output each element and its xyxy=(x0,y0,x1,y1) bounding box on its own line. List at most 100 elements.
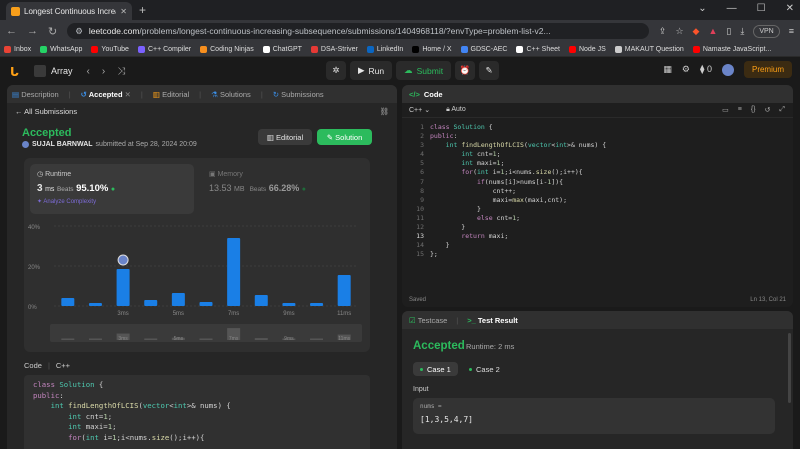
vpn-button[interactable]: VPN xyxy=(753,24,780,38)
runtime-distribution-chart[interactable]: 40% 20% 0% 3ms 5ms 7ms 9ms 11ms 3ms 5ms 7ms 9ms 11ms xyxy=(24,216,370,352)
bookmark-item[interactable]: LinkedIn xyxy=(366,45,403,53)
chart-bar[interactable] xyxy=(61,298,75,306)
maximize-icon[interactable]: ☐ xyxy=(757,3,766,14)
tab-solutions[interactable]: ⚗ Solutions xyxy=(211,90,251,99)
tab-accepted[interactable]: ↺ Accepted ✕ xyxy=(81,90,131,99)
bookmark-item[interactable]: DSA-Striver xyxy=(310,45,358,53)
debug-button[interactable]: ✲ xyxy=(326,61,346,80)
case-2-label: Case 2 xyxy=(476,364,500,374)
layout-icon[interactable]: ▦ xyxy=(663,64,672,75)
tab-description-label: Description xyxy=(21,89,59,99)
chart-bar[interactable] xyxy=(254,295,268,306)
user-name[interactable]: SUJAL BARNWAL xyxy=(32,141,93,148)
chart-bar[interactable] xyxy=(199,302,213,306)
editor-code[interactable]: class Solution { public: int findLengthO… xyxy=(430,123,606,259)
chart-bar[interactable] xyxy=(227,238,241,306)
back-icon[interactable]: ← xyxy=(6,25,17,37)
bookmark-item[interactable]: C++ Sheet xyxy=(516,45,560,53)
tab-submissions[interactable]: ↻ Submissions xyxy=(273,90,324,99)
bookmark-item[interactable]: Node JS xyxy=(568,45,606,53)
chart-bar[interactable] xyxy=(88,303,102,306)
chart-bar[interactable] xyxy=(116,269,130,306)
bookmark-item[interactable]: C++ Compiler xyxy=(137,45,191,53)
memory-card[interactable]: ▣ Memory 13.53 MB Beats 66.28% ● xyxy=(202,164,366,214)
next-problem-icon[interactable]: › xyxy=(102,66,105,77)
close-window-icon[interactable]: ✕ xyxy=(786,3,794,14)
notes-button[interactable]: ✎ xyxy=(479,61,500,80)
line-number: 3 xyxy=(420,141,424,150)
avatar[interactable] xyxy=(721,63,734,76)
minimize-icon[interactable]: — xyxy=(727,3,737,14)
streak-counter[interactable]: ⧫ 0 xyxy=(700,64,712,75)
tab-editorial[interactable]: ▥ Editorial xyxy=(153,90,189,99)
close-tab-icon[interactable]: ✕ xyxy=(125,90,131,99)
code-header: Code | C++ xyxy=(24,361,71,370)
bookmark-item[interactable]: MAKAUT Question xyxy=(614,45,684,53)
runtime-card[interactable]: ◷ Runtime 3 ms Beats 95.10% ● ✦ Analyze … xyxy=(30,164,194,214)
chart-bar[interactable] xyxy=(171,293,185,306)
reset-icon[interactable]: ↺ xyxy=(765,106,771,114)
forward-icon[interactable]: → xyxy=(27,25,38,37)
tab-search-icon[interactable]: ⌄ xyxy=(698,3,706,14)
line-number: 4 xyxy=(420,150,424,159)
new-tab-icon[interactable]: + xyxy=(139,3,146,17)
tab-test-result[interactable]: >_ Test Result xyxy=(467,316,518,325)
bookmark-icon[interactable]: ▭ xyxy=(722,106,729,114)
case-1-tab[interactable]: Case 1 xyxy=(413,362,458,376)
brave-shield-icon[interactable]: ◆ xyxy=(693,26,700,37)
language-select[interactable]: C++ ⌄ xyxy=(409,106,430,114)
leetcode-logo-icon[interactable]: ᒐ xyxy=(10,65,22,79)
tab-description[interactable]: ▤ Description xyxy=(12,90,59,99)
bookmark-item[interactable]: WhatsApp xyxy=(40,45,82,53)
shuffle-icon[interactable]: ⤨ xyxy=(117,66,125,77)
run-label: Run xyxy=(368,65,385,76)
chart-bar[interactable] xyxy=(310,303,324,306)
bookmark-item[interactable]: Coding Ninjas xyxy=(200,45,254,53)
bookmark-star-icon[interactable]: ☆ xyxy=(675,26,683,37)
tab-solutions-label: Solutions xyxy=(219,89,251,99)
browser-tab[interactable]: Longest Continuous Increasing ✕ xyxy=(6,2,132,20)
scrollbar[interactable] xyxy=(788,333,791,403)
problem-list-button[interactable]: Array xyxy=(34,65,73,77)
tab-testcase[interactable]: ☑ Testcase xyxy=(409,316,447,325)
bookmark-item[interactable]: GDSC-AEC xyxy=(460,45,507,53)
auto-mode[interactable]: 🔒︎ Auto xyxy=(446,106,466,114)
all-submissions-link[interactable]: ← All Submissions xyxy=(15,107,77,116)
close-tab-icon[interactable]: ✕ xyxy=(120,7,127,16)
bookmark-item[interactable]: Inbox xyxy=(4,45,31,53)
settings-gear-icon[interactable]: ⚙ xyxy=(682,64,690,75)
sidebar-icon[interactable]: ▯ xyxy=(726,26,731,37)
rewards-icon[interactable]: ▲ xyxy=(708,26,717,36)
pass-dot-icon xyxy=(420,367,423,371)
braces-icon[interactable]: {} xyxy=(751,106,756,114)
badge-icon: ● xyxy=(110,186,116,193)
analyze-complexity-link[interactable]: ✦ Analyze Complexity xyxy=(37,198,187,205)
premium-button[interactable]: Premium xyxy=(743,61,792,78)
link-icon[interactable]: ⛓ xyxy=(379,107,389,116)
format-icon[interactable]: ≡ xyxy=(738,106,742,114)
bookmark-item[interactable]: Home / X xyxy=(412,45,452,53)
bookmark-item[interactable]: ChatGPT xyxy=(262,45,302,53)
note-icon: ✎ xyxy=(485,65,493,75)
solution-button[interactable]: ✎ Solution xyxy=(317,129,372,145)
editorial-button[interactable]: ▥ Editorial xyxy=(258,129,312,145)
download-icon[interactable]: ⤓ xyxy=(740,26,744,37)
bookmark-item[interactable]: YouTube xyxy=(91,45,129,53)
chart-bar[interactable] xyxy=(282,303,296,306)
reload-icon[interactable]: ↻ xyxy=(48,25,57,38)
site-info-icon[interactable]: ⚙ xyxy=(75,26,83,37)
url-field[interactable]: ⚙ leetcode.com/problems/longest-continuo… xyxy=(67,23,649,39)
bookmark-item[interactable]: Namaste JavaScript... xyxy=(692,45,771,53)
fullscreen-icon[interactable]: ⤢ xyxy=(779,106,785,114)
chart-bar[interactable] xyxy=(144,300,158,306)
chart-bar[interactable] xyxy=(337,275,351,306)
menu-icon[interactable]: ≡ xyxy=(789,26,794,36)
code-tab[interactable]: </> Code xyxy=(402,85,793,103)
run-button[interactable]: ▶ Run xyxy=(350,61,393,80)
prev-problem-icon[interactable]: ‹ xyxy=(87,66,90,77)
share-icon[interactable]: ⇪ xyxy=(659,26,667,37)
timer-button[interactable]: ⏰ xyxy=(455,61,476,80)
case-2-tab[interactable]: Case 2 xyxy=(462,362,507,376)
submit-button[interactable]: ☁ Submit xyxy=(396,61,452,80)
badge-icon: ● xyxy=(301,186,306,193)
